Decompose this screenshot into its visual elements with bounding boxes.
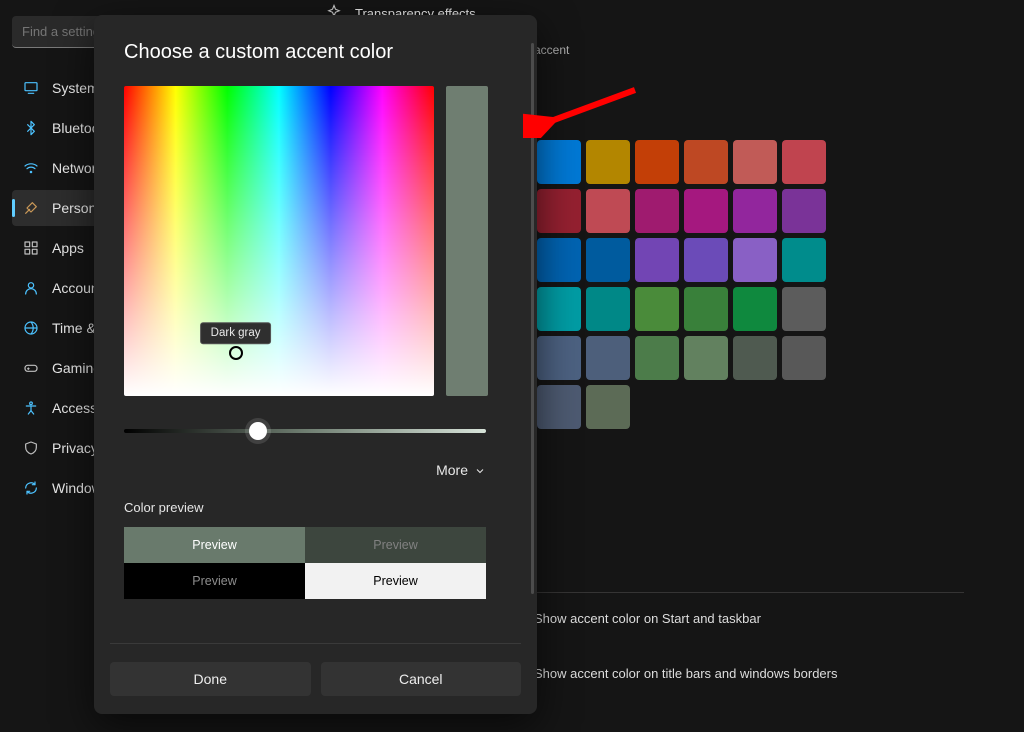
accent-swatch[interactable] <box>586 238 630 282</box>
sidebar-item-label: Apps <box>52 240 84 256</box>
accent-swatch[interactable] <box>586 189 630 233</box>
dialog-scrollbar[interactable] <box>531 43 534 594</box>
preview-tile-accent-dark[interactable]: Preview <box>305 527 486 563</box>
accent-swatch[interactable] <box>733 189 777 233</box>
value-slider[interactable] <box>124 420 486 442</box>
accent-swatch[interactable] <box>733 140 777 184</box>
accent-swatch[interactable] <box>635 336 679 380</box>
globe-icon <box>22 319 40 337</box>
done-button[interactable]: Done <box>110 662 311 696</box>
slider-thumb[interactable] <box>249 422 267 440</box>
accent-swatch[interactable] <box>684 140 728 184</box>
accent-swatch[interactable] <box>684 336 728 380</box>
picker-row: Dark gray <box>124 86 507 396</box>
accent-swatch[interactable] <box>733 336 777 380</box>
accent-swatch[interactable] <box>782 189 826 233</box>
accent-swatch[interactable] <box>537 238 581 282</box>
wifi-icon <box>22 159 40 177</box>
dialog-title: Choose a custom accent color <box>124 41 507 64</box>
accent-swatch[interactable] <box>586 336 630 380</box>
accent-swatch[interactable] <box>782 238 826 282</box>
accent-swatch[interactable] <box>684 238 728 282</box>
preview-grid: Preview Preview Preview Preview <box>124 527 486 599</box>
accent-start-taskbar-label: Show accent color on Start and taskbar <box>534 611 761 626</box>
color-tooltip: Dark gray <box>200 322 272 344</box>
color-preview-heading: Color preview <box>124 500 507 515</box>
accent-swatch[interactable] <box>782 336 826 380</box>
accent-titlebars-label: Show accent color on title bars and wind… <box>534 666 838 681</box>
accessibility-icon <box>22 399 40 417</box>
preview-tile-accent-light[interactable]: Preview <box>124 527 305 563</box>
preview-tile-black[interactable]: Preview <box>124 563 305 599</box>
monitor-icon <box>22 79 40 97</box>
preview-tile-white[interactable]: Preview <box>305 563 486 599</box>
accent-swatch[interactable] <box>586 140 630 184</box>
accent-swatch[interactable] <box>586 287 630 331</box>
sidebar-item-label: System <box>52 80 99 96</box>
accent-swatch[interactable] <box>537 385 581 429</box>
color-picker-dialog: Choose a custom accent color Dark gray M… <box>94 15 537 714</box>
gradient-cursor[interactable] <box>229 346 243 360</box>
dialog-footer: Done Cancel <box>110 643 521 696</box>
accent-swatches <box>537 140 826 429</box>
accent-swatch[interactable] <box>684 189 728 233</box>
accent-hint: accent <box>534 43 569 57</box>
accent-swatch[interactable] <box>537 189 581 233</box>
accent-swatch[interactable] <box>782 140 826 184</box>
sync-icon <box>22 479 40 497</box>
more-toggle[interactable]: More <box>124 462 486 478</box>
user-icon <box>22 279 40 297</box>
bluetooth-icon <box>22 119 40 137</box>
shield-icon <box>22 439 40 457</box>
accent-swatch[interactable] <box>586 385 630 429</box>
accent-swatch[interactable] <box>635 238 679 282</box>
selected-color-preview <box>446 86 488 396</box>
chevron-down-icon <box>474 464 486 476</box>
brush-icon <box>22 199 40 217</box>
accent-swatch[interactable] <box>733 238 777 282</box>
accent-swatch[interactable] <box>733 287 777 331</box>
accent-swatch[interactable] <box>537 336 581 380</box>
accent-swatch[interactable] <box>635 287 679 331</box>
slider-track <box>124 429 486 433</box>
apps-icon <box>22 239 40 257</box>
accent-swatch[interactable] <box>684 287 728 331</box>
color-gradient[interactable]: Dark gray <box>124 86 434 396</box>
accent-swatch[interactable] <box>782 287 826 331</box>
accent-swatch[interactable] <box>635 140 679 184</box>
cancel-button[interactable]: Cancel <box>321 662 522 696</box>
accent-swatch[interactable] <box>537 287 581 331</box>
gamepad-icon <box>22 359 40 377</box>
accent-swatch[interactable] <box>537 140 581 184</box>
accent-swatch[interactable] <box>635 189 679 233</box>
more-label: More <box>436 462 468 478</box>
